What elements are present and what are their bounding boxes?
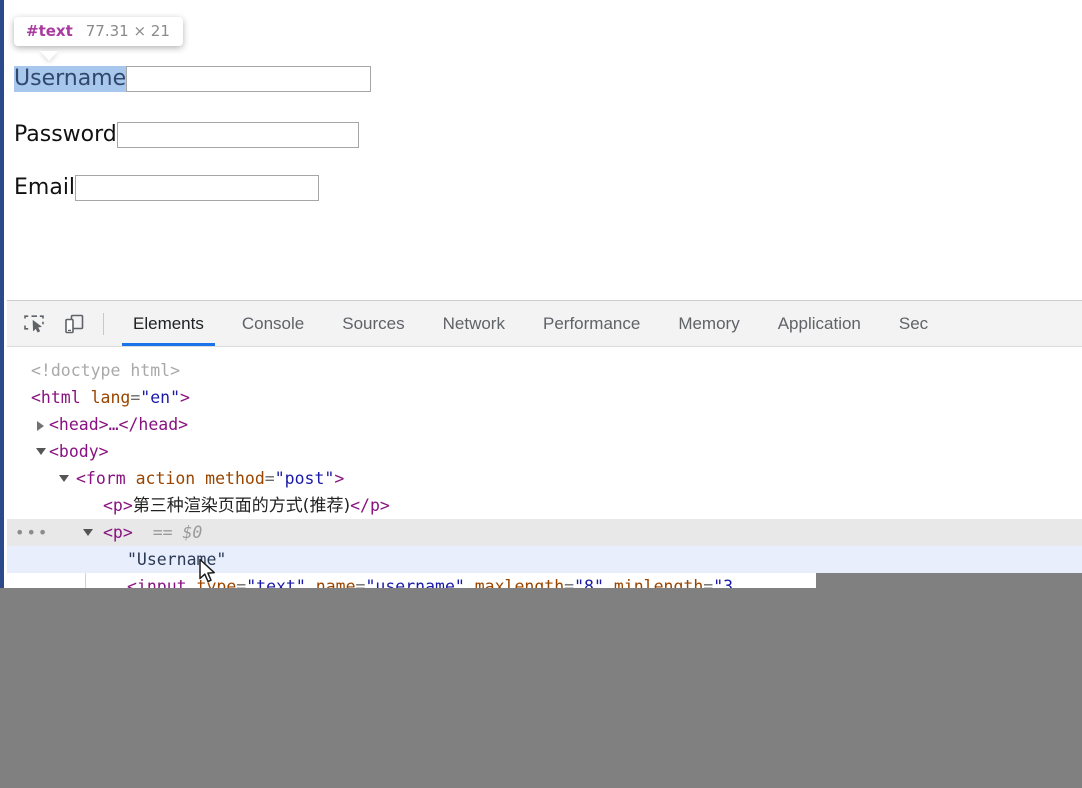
p-heading-text-token: 第三种渲染页面的方式(推荐) xyxy=(132,496,351,516)
dom-tree[interactable]: <!doctype html> <html lang="en"> <head>…… xyxy=(7,347,1082,589)
form-action-attr-token: action xyxy=(135,469,196,488)
devtools-panel: Elements Console Sources Network Perform… xyxy=(7,300,1082,589)
dom-row-form[interactable]: <form action method="post"> xyxy=(7,465,1082,492)
chevron-down-icon[interactable] xyxy=(59,475,69,482)
form-row-password: Password xyxy=(14,122,359,148)
inspect-tooltip-dimensions: 77.31 × 21 xyxy=(85,22,170,40)
form-close-bracket-token: > xyxy=(334,469,345,488)
inspect-tooltip-arrow xyxy=(40,51,58,61)
dom-row-p-selected[interactable]: ••• <p> == $0 xyxy=(7,519,1082,546)
tab-sources[interactable]: Sources xyxy=(323,301,423,346)
p-open-token: <p> xyxy=(103,496,133,515)
tab-memory[interactable]: Memory xyxy=(659,301,758,346)
label-username: Username xyxy=(14,66,127,92)
dom-row-doctype[interactable]: <!doctype html> xyxy=(7,357,1082,384)
input-email[interactable] xyxy=(75,175,320,201)
p-close-token: </p> xyxy=(350,496,390,515)
html-tag-token: <html xyxy=(31,388,81,407)
chevron-down-icon[interactable] xyxy=(83,529,93,536)
tab-network[interactable]: Network xyxy=(424,301,524,346)
dom-row-body[interactable]: <body> xyxy=(7,438,1082,465)
inspect-element-icon-svg xyxy=(24,314,44,332)
device-toolbar-icon-svg xyxy=(65,314,84,333)
tab-elements[interactable]: Elements xyxy=(114,301,223,346)
devtools-tabs: Elements Console Sources Network Perform… xyxy=(114,301,947,346)
screen-bottom-overlay xyxy=(0,588,1082,788)
dom-row-p-heading[interactable]: <p>第三种渲染页面的方式(推荐)</p> xyxy=(7,492,1082,519)
label-password: Password xyxy=(14,122,117,147)
form-row-username: Username xyxy=(14,66,372,92)
inspect-tooltip: #text 77.31 × 21 xyxy=(14,17,183,46)
label-email: Email xyxy=(14,175,76,200)
selected-equals-token: == xyxy=(152,523,173,542)
html-lang-attr-token: lang xyxy=(90,388,131,407)
devtools-toolbar: Elements Console Sources Network Perform… xyxy=(7,301,1082,347)
doctype-token: <!doctype html> xyxy=(31,361,181,380)
toolbar-divider xyxy=(103,312,104,335)
form-tag-token: <form xyxy=(76,469,126,488)
tab-console[interactable]: Console xyxy=(223,301,323,346)
form-method-attr-token: method xyxy=(205,469,265,488)
text-node-token: "Username" xyxy=(127,550,227,569)
tab-application[interactable]: Application xyxy=(759,301,880,346)
screen-right-overlay xyxy=(816,573,1082,589)
head-collapsed-token: <head>…</head> xyxy=(49,415,189,434)
window-left-edge-inner xyxy=(4,0,7,588)
dom-row-html[interactable]: <html lang="en"> xyxy=(7,384,1082,411)
form-row-email: Email xyxy=(14,175,320,201)
dom-row-head[interactable]: <head>…</head> xyxy=(7,411,1082,438)
chevron-down-icon[interactable] xyxy=(36,448,46,455)
html-close-bracket-token: > xyxy=(180,388,190,407)
form-method-value-token: "post" xyxy=(274,469,335,488)
device-toolbar-icon[interactable] xyxy=(57,307,91,341)
chevron-right-icon[interactable] xyxy=(37,421,44,431)
html-lang-value-token: "en" xyxy=(140,388,181,407)
inspect-tooltip-tag: #text xyxy=(26,22,73,40)
dom-row-text-node[interactable]: "Username" xyxy=(7,546,1082,573)
tab-security[interactable]: Sec xyxy=(880,301,947,346)
body-open-token: <body> xyxy=(49,442,109,461)
p-selected-tag-token: <p> xyxy=(103,523,133,542)
selected-ref-token: $0 xyxy=(182,523,203,542)
input-password[interactable] xyxy=(116,122,359,148)
inspect-element-icon[interactable] xyxy=(17,307,51,341)
tab-performance[interactable]: Performance xyxy=(524,301,659,346)
input-username[interactable] xyxy=(126,66,372,92)
hidden-nodes-ellipsis-icon[interactable]: ••• xyxy=(15,525,49,541)
